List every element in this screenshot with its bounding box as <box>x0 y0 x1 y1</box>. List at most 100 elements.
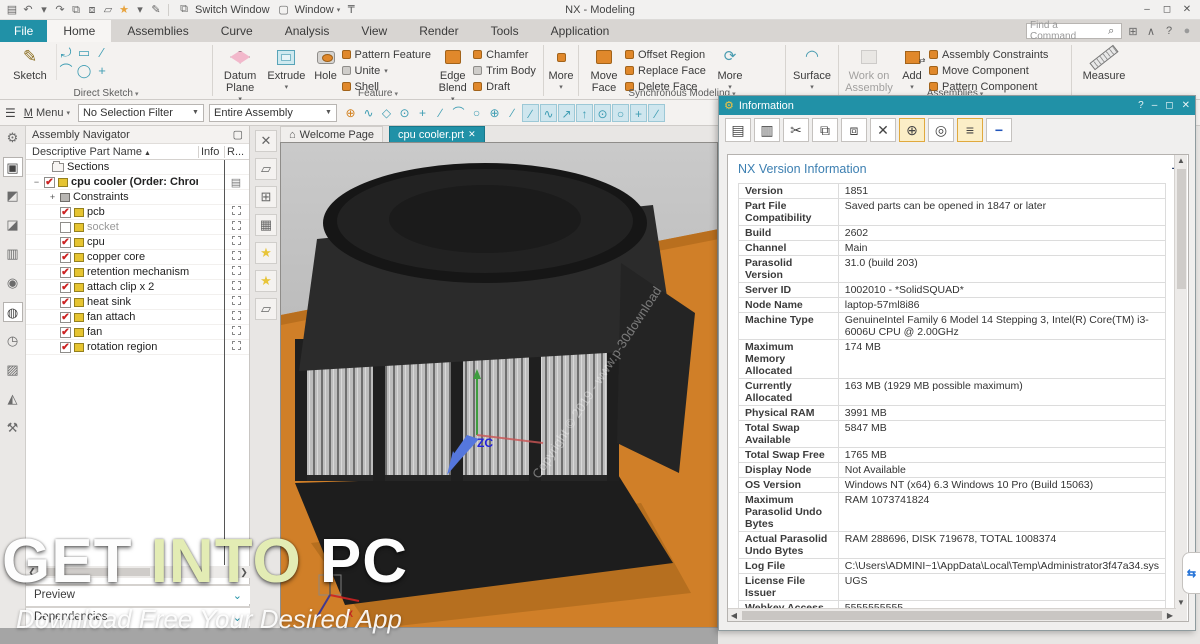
pattern-feature-button[interactable]: Pattern Feature <box>341 47 433 62</box>
web-browser-icon[interactable]: ◍ <box>2 302 23 322</box>
add-component-button[interactable]: Add <box>895 44 929 94</box>
restore-button[interactable]: ◻ <box>1158 4 1176 15</box>
close-view-icon[interactable]: ✕ <box>255 130 277 152</box>
new-document-icon[interactable]: ⊞ <box>255 186 277 208</box>
ribbon-tab-render[interactable]: Render <box>403 20 474 42</box>
process-studio-icon[interactable]: ▨ <box>3 360 23 380</box>
ribbon-tab-home[interactable]: Home <box>47 20 112 42</box>
open-recent-icon[interactable]: ▱ <box>255 298 277 320</box>
column-descriptive-part-name[interactable]: Descriptive Part Name <box>26 146 198 158</box>
reuse-library-icon[interactable]: ▥ <box>3 244 23 264</box>
snap-curve-icon[interactable]: ∿ <box>360 104 377 122</box>
scrollbar-thumb[interactable] <box>742 610 1162 620</box>
snap-intersection-icon[interactable]: + <box>414 104 431 122</box>
tree-row-sections[interactable]: Sections <box>26 160 249 175</box>
sketch-tool-icon-3[interactable]: ⌒ <box>57 62 75 80</box>
visibility-checkbox[interactable]: ✔ <box>60 341 71 353</box>
work-on-assembly-button[interactable]: Work on Assembly <box>843 44 895 94</box>
export-image-icon[interactable]: ▦ <box>255 214 277 236</box>
maximize-icon[interactable]: ◻ <box>1165 100 1173 111</box>
selection-scope-dropdown[interactable]: Entire Assembly ▼ <box>208 103 337 122</box>
tree-row-fan[interactable]: ✔ fan <box>26 325 249 340</box>
visibility-checkbox[interactable] <box>60 221 71 233</box>
visibility-checkbox[interactable]: ✔ <box>60 266 71 278</box>
reference-set-cell[interactable] <box>224 236 248 248</box>
ribbon-tab-view[interactable]: View <box>345 20 403 42</box>
roles-gear-icon[interactable]: ⚙ <box>3 128 23 148</box>
scroll-down-icon[interactable]: ▼ <box>1175 598 1187 607</box>
snap-arc-icon[interactable]: ⌒ <box>450 104 467 122</box>
switch-window-button[interactable]: ⧉ Switch Window <box>176 3 270 16</box>
sketch-tool-icon-0[interactable]: ⤾ <box>57 44 75 62</box>
snap-tangent-icon[interactable]: ∕ <box>521 103 539 122</box>
roles-icon[interactable]: ⚒ <box>3 418 23 438</box>
tree-row-cpu[interactable]: ✔ cpu <box>26 235 249 250</box>
move-component-button[interactable]: Move Component <box>929 63 1057 78</box>
tree-row-pcb[interactable]: ✔ pcb <box>26 205 249 220</box>
find-command-input[interactable]: Find a Command ⌕ <box>1026 20 1122 42</box>
reference-set-cell[interactable] <box>224 311 248 323</box>
ribbon-tab-application[interactable]: Application <box>535 20 626 42</box>
move-face-button[interactable]: Move Face <box>583 44 625 94</box>
undo-dropdown-icon[interactable]: ▾ <box>37 3 51 16</box>
snap-midpoint-icon[interactable]: ↑ <box>575 103 593 122</box>
manufacturing-wizards-icon[interactable]: ◭ <box>3 389 23 409</box>
selection-filter-dropdown[interactable]: No Selection Filter ▼ <box>77 103 204 122</box>
redo-icon[interactable]: ↷ <box>53 3 67 16</box>
find-icon[interactable]: ◎ <box>928 118 954 142</box>
ribbon-tab-analysis[interactable]: Analysis <box>269 20 346 42</box>
visibility-checkbox[interactable]: ✔ <box>60 281 71 293</box>
measure-button[interactable]: Measure <box>1076 44 1132 82</box>
tree-row-attach-clip-x-2[interactable]: ✔ attach clip x 2 <box>26 280 249 295</box>
sketch-tool-icon-5[interactable]: + <box>93 62 111 80</box>
sync-more-button[interactable]: ⟳ More <box>713 44 747 94</box>
close-button[interactable]: ✕ <box>1178 4 1196 15</box>
visibility-checkbox[interactable]: ✔ <box>60 311 71 323</box>
reference-set-cell[interactable] <box>224 281 248 293</box>
information-hscrollbar[interactable]: ◀ ▶ <box>728 608 1176 621</box>
save-icon[interactable]: ▤ <box>5 3 19 16</box>
cut-icon[interactable]: ✂ <box>783 118 809 142</box>
fullscreen-icon[interactable]: ⊞ <box>1126 25 1140 38</box>
paste-icon[interactable]: ⧈ <box>841 118 867 142</box>
scroll-right-icon[interactable]: ▶ <box>1164 611 1176 620</box>
window-menu-button[interactable]: ▢ Window <box>276 3 341 17</box>
information-vscrollbar[interactable]: ▲ ▼ <box>1174 155 1187 621</box>
chamfer-button[interactable]: Chamfer <box>473 47 539 62</box>
scrollbar-thumb[interactable] <box>1177 169 1186 289</box>
column-r[interactable]: R... <box>224 145 248 158</box>
extrude-button[interactable]: Extrude <box>263 44 309 94</box>
minimize-ribbon-icon[interactable]: ∧ <box>1144 25 1158 38</box>
snap-grid-icon[interactable]: + <box>629 103 647 122</box>
snap-endpoint-icon[interactable]: ↗ <box>557 103 575 122</box>
offset-region-button[interactable]: Offset Region <box>625 47 713 62</box>
undo-icon[interactable]: ↶ <box>21 3 35 16</box>
scroll-up-icon[interactable]: ▲ <box>1175 156 1187 165</box>
favorites-star-icon[interactable]: ★ <box>255 242 277 264</box>
teamviewer-edge-tab[interactable]: ⇆ <box>1182 552 1200 594</box>
toolbar-options-icon[interactable]: ₸ <box>344 3 358 16</box>
snap-circle-icon[interactable]: ○ <box>468 104 485 122</box>
information-title-bar[interactable]: ⚙ Information ? – ◻ ✕ <box>719 96 1195 115</box>
unite-button[interactable]: Unite <box>341 63 433 78</box>
minimize-icon[interactable]: – <box>1152 100 1158 111</box>
snap-vertex-icon[interactable]: ◇ <box>378 104 395 122</box>
copy-icon[interactable]: ⧉ <box>69 4 83 17</box>
ribbon-tab-assemblies[interactable]: Assemblies <box>111 20 204 42</box>
replace-face-button[interactable]: Replace Face <box>625 63 713 78</box>
visibility-checkbox[interactable]: ✔ <box>60 296 71 308</box>
expander-icon[interactable]: − <box>32 177 41 187</box>
snap-center-icon[interactable]: ⊙ <box>396 104 413 122</box>
menu-button[interactable]: M Menu <box>24 107 70 119</box>
sketch-tool-icon-4[interactable]: ◯ <box>75 62 93 80</box>
snap-spline-icon[interactable]: ∿ <box>539 103 557 122</box>
tree-row-constraints[interactable]: + Constraints <box>26 190 249 205</box>
reference-set-cell[interactable] <box>224 251 248 263</box>
visibility-checkbox[interactable]: ✔ <box>60 206 71 218</box>
reference-set-cell[interactable] <box>224 296 248 308</box>
reference-set-cell[interactable] <box>224 341 248 353</box>
visibility-checkbox[interactable]: ✔ <box>60 236 71 248</box>
part-navigator-icon[interactable]: ◪ <box>3 215 23 235</box>
snap-point-on-curve-icon[interactable]: ⊙ <box>593 103 611 122</box>
close-tab-icon[interactable]: ✕ <box>468 129 476 140</box>
